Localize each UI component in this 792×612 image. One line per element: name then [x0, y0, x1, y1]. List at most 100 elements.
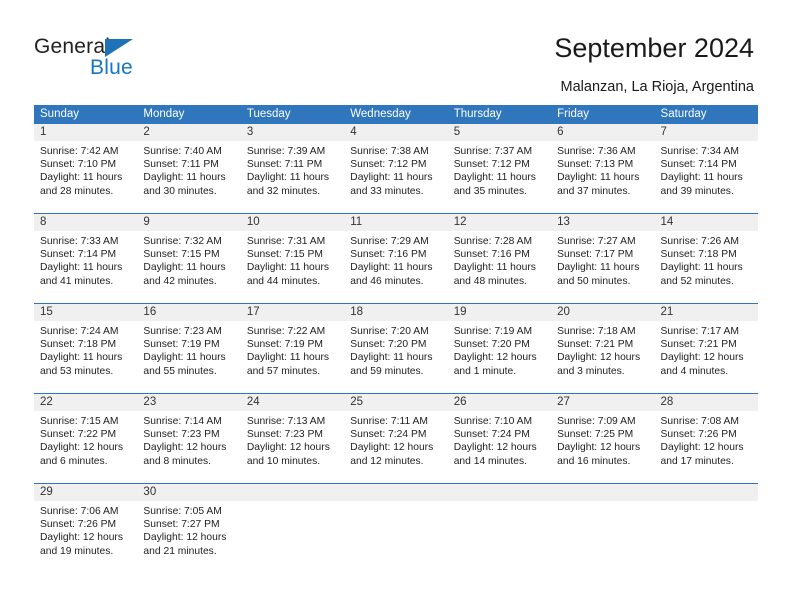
sunrise-time: Sunrise: 7:32 AM	[143, 236, 222, 247]
sunset-time: Sunset: 7:15 PM	[143, 249, 220, 261]
day-number-band	[240, 484, 345, 501]
sunrise-time: Sunrise: 7:08 AM	[660, 416, 739, 427]
day-number-band: 25	[344, 394, 448, 411]
day-number-band: 24	[240, 394, 345, 411]
calendar-day-cell[interactable]: 12 Sunrise: 7:28 AM Sunset: 7:16 PM Dayligh…	[447, 214, 552, 303]
calendar-day-cell[interactable]: 25 Sunrise: 7:11 AM Sunset: 7:24 PM Dayligh…	[344, 394, 448, 483]
weekday-header-sunday: Sunday	[40, 108, 80, 120]
daylight-duration-line1: Daylight: 11 hours	[246, 172, 330, 184]
daylight-duration-line1: Daylight: 12 hours	[453, 352, 537, 364]
day-number-band: 29	[34, 484, 138, 501]
day-details: Sunrise: 7:33 AM Sunset: 7:14 PM Daylight:…	[34, 231, 137, 288]
sunrise-time: Sunrise: 7:29 AM	[350, 236, 429, 247]
sunset-time: Sunset: 7:19 PM	[246, 339, 323, 351]
daylight-duration-line1: Daylight: 11 hours	[246, 262, 330, 274]
calendar-day-cell[interactable]: 20 Sunrise: 7:18 AM Sunset: 7:21 PM Dayligh…	[551, 304, 655, 393]
calendar-day-cell[interactable]: 23 Sunrise: 7:14 AM Sunset: 7:23 PM Dayligh…	[137, 394, 241, 483]
day-number-band: 9	[137, 214, 241, 231]
calendar-day-cell[interactable]: 17 Sunrise: 7:22 AM Sunset: 7:19 PM Dayligh…	[240, 304, 345, 393]
day-number-band: 15	[34, 304, 138, 321]
calendar-day-cell[interactable]: 15 Sunrise: 7:24 AM Sunset: 7:18 PM Dayligh…	[34, 304, 138, 393]
calendar-day-cell[interactable]: 4 Sunrise: 7:38 AM Sunset: 7:12 PM Daylight…	[344, 124, 448, 213]
sunrise-time: Sunrise: 7:18 AM	[557, 326, 636, 337]
daylight-duration-line1: Daylight: 12 hours	[350, 442, 434, 454]
daylight-duration-line1: Daylight: 11 hours	[350, 262, 433, 274]
daylight-duration-line1: Daylight: 12 hours	[557, 442, 641, 454]
day-number-band	[344, 484, 448, 501]
calendar-day-cell[interactable]: 26 Sunrise: 7:10 AM Sunset: 7:24 PM Dayligh…	[447, 394, 552, 483]
sunset-time: Sunset: 7:16 PM	[453, 249, 530, 261]
calendar-day-cell[interactable]: 27 Sunrise: 7:09 AM Sunset: 7:25 PM Dayligh…	[551, 394, 655, 483]
calendar-day-cell[interactable]: 6 Sunrise: 7:36 AM Sunset: 7:13 PM Daylight…	[551, 124, 655, 213]
day-details: Sunrise: 7:06 AM Sunset: 7:26 PM Daylight:…	[34, 501, 137, 558]
calendar-week-row: 8 Sunrise: 7:33 AM Sunset: 7:14 PM Daylight…	[34, 213, 758, 303]
day-number: 21	[660, 306, 674, 318]
calendar-day-cell[interactable]: 9 Sunrise: 7:32 AM Sunset: 7:15 PM Daylight…	[137, 214, 241, 303]
calendar-day-cell[interactable]: 7 Sunrise: 7:34 AM Sunset: 7:14 PM Daylight…	[654, 124, 758, 213]
sunrise-time: Sunrise: 7:14 AM	[143, 416, 222, 427]
daylight-duration-line1: Daylight: 11 hours	[660, 172, 743, 184]
logo-text-general: General	[34, 35, 111, 58]
daylight-duration-line1: Daylight: 12 hours	[660, 442, 744, 454]
sunrise-time: Sunrise: 7:36 AM	[557, 146, 636, 157]
calendar-day-cell[interactable]: 28 Sunrise: 7:08 AM Sunset: 7:26 PM Dayligh…	[654, 394, 758, 483]
day-details: Sunrise: 7:15 AM Sunset: 7:22 PM Daylight:…	[34, 411, 137, 468]
day-number: 26	[453, 396, 467, 408]
daylight-duration-line2: and 41 minutes.	[40, 275, 114, 287]
calendar-day-cell[interactable]: 8 Sunrise: 7:33 AM Sunset: 7:14 PM Daylight…	[34, 214, 138, 303]
calendar-day-cell[interactable]: 13 Sunrise: 7:27 AM Sunset: 7:17 PM Dayligh…	[551, 214, 655, 303]
daylight-duration-line2: and 39 minutes.	[660, 185, 734, 197]
day-number: 16	[143, 306, 157, 318]
calendar-day-cell[interactable]: 1 Sunrise: 7:42 AM Sunset: 7:10 PM Daylight…	[34, 124, 138, 213]
daylight-duration-line2: and 8 minutes.	[143, 455, 211, 467]
daylight-duration-line1: Daylight: 12 hours	[143, 532, 227, 544]
day-number-band	[551, 484, 655, 501]
sunset-time: Sunset: 7:23 PM	[143, 429, 220, 441]
day-number-band: 19	[447, 304, 552, 321]
daylight-duration-line2: and 32 minutes.	[246, 185, 321, 197]
calendar-day-cell[interactable]: 14 Sunrise: 7:26 AM Sunset: 7:18 PM Dayligh…	[654, 214, 758, 303]
calendar-day-cell[interactable]: 16 Sunrise: 7:23 AM Sunset: 7:19 PM Dayligh…	[137, 304, 241, 393]
daylight-duration-line2: and 52 minutes.	[660, 275, 734, 287]
daylight-duration-line1: Daylight: 11 hours	[557, 172, 640, 184]
sunset-time: Sunset: 7:26 PM	[660, 429, 737, 441]
day-details: Sunrise: 7:23 AM Sunset: 7:19 PM Daylight:…	[137, 321, 240, 378]
day-details: Sunrise: 7:24 AM Sunset: 7:18 PM Daylight:…	[34, 321, 137, 378]
day-number-band: 2	[137, 124, 241, 141]
day-number: 17	[246, 306, 260, 318]
day-details: Sunrise: 7:11 AM Sunset: 7:24 PM Daylight:…	[344, 411, 447, 468]
day-details: Sunrise: 7:05 AM Sunset: 7:27 PM Daylight:…	[137, 501, 240, 558]
sunrise-time: Sunrise: 7:24 AM	[40, 326, 119, 337]
calendar-day-cell[interactable]: 18 Sunrise: 7:20 AM Sunset: 7:20 PM Dayligh…	[344, 304, 448, 393]
calendar-day-cell[interactable]: 21 Sunrise: 7:17 AM Sunset: 7:21 PM Dayligh…	[654, 304, 758, 393]
sunrise-time: Sunrise: 7:13 AM	[246, 416, 326, 427]
calendar-day-cell[interactable]: 2 Sunrise: 7:40 AM Sunset: 7:11 PM Daylight…	[137, 124, 241, 213]
daylight-duration-line2: and 37 minutes.	[557, 185, 631, 197]
calendar-day-cell[interactable]: 5 Sunrise: 7:37 AM Sunset: 7:12 PM Daylight…	[447, 124, 552, 213]
day-details: Sunrise: 7:42 AM Sunset: 7:10 PM Daylight:…	[34, 141, 137, 198]
day-number: 19	[453, 306, 467, 318]
calendar-day-cell[interactable]: 30 Sunrise: 7:05 AM Sunset: 7:27 PM Dayligh…	[137, 484, 241, 573]
daylight-duration-line1: Daylight: 11 hours	[350, 172, 433, 184]
daylight-duration-line2: and 48 minutes.	[453, 275, 527, 287]
calendar-day-cell[interactable]: 11 Sunrise: 7:29 AM Sunset: 7:16 PM Dayligh…	[344, 214, 448, 303]
sunrise-time: Sunrise: 7:31 AM	[246, 236, 326, 247]
daylight-duration-line1: Daylight: 11 hours	[40, 172, 123, 184]
calendar-day-cell[interactable]: 24 Sunrise: 7:13 AM Sunset: 7:23 PM Dayligh…	[240, 394, 345, 483]
calendar-day-cell[interactable]: 3 Sunrise: 7:39 AM Sunset: 7:11 PM Daylight…	[240, 124, 345, 213]
sunrise-time: Sunrise: 7:33 AM	[40, 236, 119, 247]
calendar-day-cell[interactable]: 19 Sunrise: 7:19 AM Sunset: 7:20 PM Dayligh…	[447, 304, 552, 393]
daylight-duration-line2: and 33 minutes.	[350, 185, 424, 197]
daylight-duration-line2: and 44 minutes.	[246, 275, 321, 287]
calendar-day-cell[interactable]: 29 Sunrise: 7:06 AM Sunset: 7:26 PM Dayligh…	[34, 484, 138, 573]
calendar-day-cell-empty	[240, 484, 345, 573]
sunrise-time: Sunrise: 7:38 AM	[350, 146, 429, 157]
calendar-day-cell[interactable]: 10 Sunrise: 7:31 AM Sunset: 7:15 PM Dayligh…	[240, 214, 345, 303]
sunrise-time: Sunrise: 7:42 AM	[40, 146, 119, 157]
calendar-day-cell[interactable]: 22 Sunrise: 7:15 AM Sunset: 7:22 PM Dayligh…	[34, 394, 138, 483]
day-number: 28	[660, 396, 674, 408]
day-number-band: 30	[137, 484, 241, 501]
sunset-time: Sunset: 7:12 PM	[453, 159, 530, 171]
sunset-time: Sunset: 7:14 PM	[660, 159, 737, 171]
weekday-header-thursday: Thursday	[453, 108, 502, 120]
